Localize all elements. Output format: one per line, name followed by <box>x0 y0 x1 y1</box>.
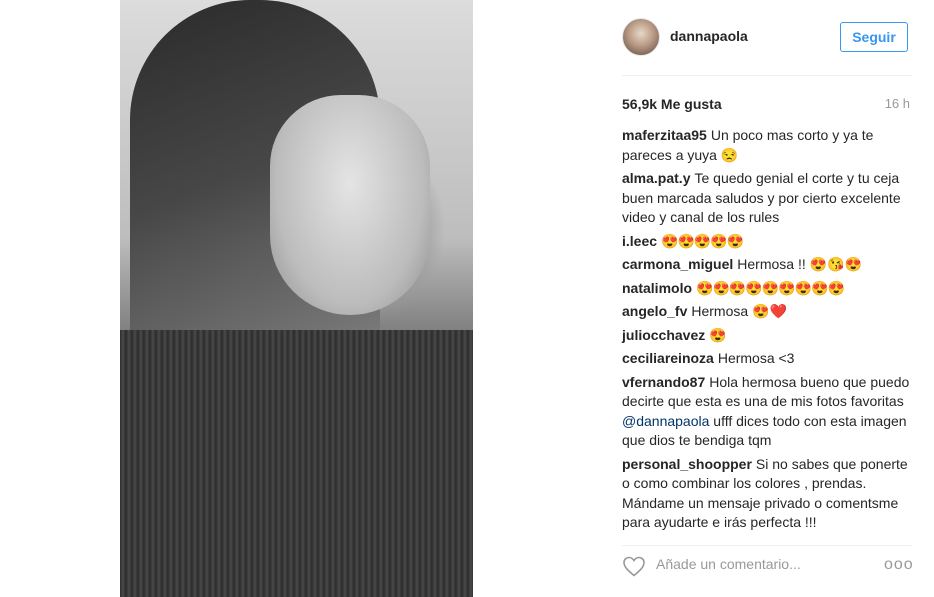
comment-username[interactable]: maferzitaa95 <box>622 127 707 143</box>
follow-button[interactable]: Seguir <box>840 22 908 52</box>
comment-text: Hermosa <3 <box>717 350 795 366</box>
heart-icon[interactable] <box>622 555 646 577</box>
comment-username[interactable]: vfernando87 <box>622 374 705 390</box>
comment-text: 😍😍😍😍😍😍😍😍😍 <box>696 279 845 296</box>
header-divider <box>622 75 912 76</box>
comment-text: 😍😍😍😍😍 <box>661 232 744 249</box>
comment-text: Hermosa !! 😍😘😍 <box>737 256 862 272</box>
post-photo-area <box>0 0 600 597</box>
comment-username[interactable]: angelo_fv <box>622 303 687 319</box>
comment-username[interactable]: carmona_miguel <box>622 256 733 272</box>
comment-item: ceciliareinoza Hermosa <3 <box>622 349 918 369</box>
likes-count[interactable]: 56,9k Me gusta <box>622 96 722 112</box>
add-comment-input[interactable] <box>656 556 826 572</box>
comment-item: natalimolo 😍😍😍😍😍😍😍😍😍 <box>622 279 918 299</box>
comment-username[interactable]: alma.pat.y <box>622 170 690 186</box>
post-header: dannapaola Seguir <box>600 0 934 74</box>
comment-mention-link[interactable]: @dannapaola <box>622 413 709 429</box>
avatar[interactable] <box>622 18 660 56</box>
comment-item: alma.pat.y Te quedo genial el corte y tu … <box>622 169 918 228</box>
comment-item: angelo_fv Hermosa 😍❤️ <box>622 302 918 322</box>
post-side-panel: dannapaola Seguir 56,9k Me gusta 16 h ma… <box>600 0 934 597</box>
post-timestamp[interactable]: 16 h <box>885 96 910 111</box>
comment-list: maferzitaa95 Un poco mas corto y ya te pa… <box>622 126 918 537</box>
comment-item: carmona_miguel Hermosa !! 😍😘😍 <box>622 255 918 275</box>
comment-text: 😍 <box>709 326 726 343</box>
comment-username[interactable]: i.leec <box>622 233 657 249</box>
comment-username[interactable]: juliocchavez <box>622 327 705 343</box>
photo-face <box>270 95 430 315</box>
comment-item: i.leec 😍😍😍😍😍 <box>622 232 918 252</box>
comment-text: Hermosa 😍❤️ <box>691 303 787 319</box>
more-options-icon[interactable]: ooo <box>884 557 914 573</box>
post-username[interactable]: dannapaola <box>670 28 748 44</box>
comment-item: personal_shoopper Si no sabes que ponerte… <box>622 455 918 533</box>
photo-sweater <box>120 330 473 597</box>
actions-divider <box>622 545 912 546</box>
comment-username[interactable]: ceciliareinoza <box>622 350 714 366</box>
comment-username[interactable]: natalimolo <box>622 280 692 296</box>
comment-username[interactable]: personal_shoopper <box>622 456 752 472</box>
comment-item: vfernando87 Hola hermosa bueno que puedo … <box>622 373 918 451</box>
post-photo[interactable] <box>120 0 473 597</box>
comment-item: juliocchavez 😍 <box>622 326 918 346</box>
comment-item: maferzitaa95 Un poco mas corto y ya te pa… <box>622 126 918 165</box>
